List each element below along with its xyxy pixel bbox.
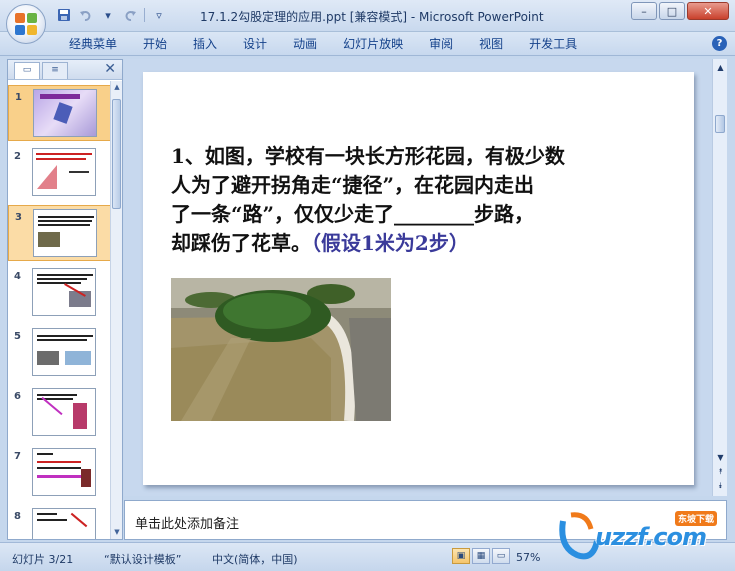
scroll-down-icon[interactable]: ▼ — [713, 451, 728, 465]
slide-text-line: 却踩伤了花草。（假设1米为2步） — [171, 229, 671, 258]
window-title: 17.1.2勾股定理的应用.ppt [兼容模式] - Microsoft Pow… — [200, 10, 544, 24]
office-logo-icon — [15, 13, 37, 35]
tab-classic-menu[interactable]: 经典菜单 — [56, 36, 130, 53]
tab-slides-icon[interactable]: ▭ — [14, 62, 40, 79]
slide-preview — [33, 209, 97, 257]
slide-canvas: 1、如图，学校有一块长方形花园，有极少数 人为了避开拐角走“捷径”，在花园内走出… — [124, 59, 726, 496]
tab-review[interactable]: 审阅 — [416, 36, 466, 53]
site-watermark: 东坡下载 uzzf.com — [557, 507, 735, 571]
theme-name: “默认设计模板” — [104, 553, 182, 566]
current-slide[interactable]: 1、如图，学校有一块长方形花园，有极少数 人为了避开拐角走“捷径”，在花园内走出… — [143, 72, 694, 485]
view-buttons: ▣ ▦ ▭ — [452, 548, 510, 564]
scroll-down-icon[interactable]: ▼ — [111, 526, 123, 538]
tab-design[interactable]: 设计 — [230, 36, 280, 53]
maximize-button[interactable]: □ — [659, 2, 685, 20]
tab-animations[interactable]: 动画 — [280, 36, 330, 53]
minimize-button[interactable]: – — [631, 2, 657, 20]
help-icon[interactable]: ? — [712, 36, 727, 51]
slide-thumbnail-7[interactable]: 7 — [8, 445, 111, 501]
customize-qat-icon[interactable]: ▿ — [151, 7, 167, 23]
close-button[interactable]: ✕ — [687, 2, 729, 20]
slide-thumbnail-6[interactable]: 6 — [8, 385, 111, 441]
slide-preview — [32, 508, 96, 539]
language-indicator[interactable]: 中文(简体，中国) — [212, 551, 298, 567]
ribbon: 经典菜单 开始 插入 设计 动画 幻灯片放映 审阅 视图 开发工具 ? — [0, 32, 735, 56]
thumbnail-scrollbar[interactable]: ▲ ▼ — [110, 81, 122, 539]
normal-view-icon[interactable]: ▣ — [452, 548, 470, 564]
slide-number: 8 — [14, 511, 21, 522]
office-button[interactable] — [6, 4, 46, 44]
ribbon-tabs: 经典菜单 开始 插入 设计 动画 幻灯片放映 审阅 视图 开发工具 — [56, 36, 590, 53]
thumbnail-list: 1 2 3 4 5 6 7 8 — [8, 81, 111, 539]
slide-body-text[interactable]: 1、如图，学校有一块长方形花园，有极少数 人为了避开拐角走“捷径”，在花园内走出… — [171, 142, 671, 258]
slide-preview — [32, 388, 96, 436]
slide-text-main: 却踩伤了花草。 — [171, 231, 311, 255]
qat-separator — [144, 8, 145, 22]
save-icon[interactable] — [56, 7, 72, 23]
slide-number: 1 — [15, 92, 22, 103]
slide-number: 2 — [14, 151, 21, 162]
slide-thumbnail-4[interactable]: 4 — [8, 265, 111, 321]
tab-view[interactable]: 视图 — [466, 36, 516, 53]
slide-thumbnail-8[interactable]: 8 — [8, 505, 111, 539]
slide-sorter-icon[interactable]: ▦ — [472, 548, 490, 564]
scroll-thumb[interactable] — [715, 115, 725, 133]
slide-number: 4 — [14, 271, 21, 282]
title-bar: ▾ ▿ 17.1.2勾股定理的应用.ppt [兼容模式] - Microsoft… — [0, 0, 735, 32]
pane-tabs: ▭ ≡ ✕ — [8, 60, 122, 80]
tab-home[interactable]: 开始 — [130, 36, 180, 53]
slide-preview — [33, 89, 97, 137]
slide-preview — [32, 148, 96, 196]
slide-text-line: 1、如图，学校有一块长方形花园，有极少数 — [171, 144, 565, 168]
undo-dropdown-icon[interactable]: ▾ — [100, 7, 116, 23]
tab-developer[interactable]: 开发工具 — [516, 36, 590, 53]
slide-number: 6 — [14, 391, 21, 402]
slide-number: 7 — [14, 451, 21, 462]
tab-outline-icon[interactable]: ≡ — [42, 62, 68, 79]
slide-thumbnail-5[interactable]: 5 — [8, 325, 111, 381]
slide-show-icon[interactable]: ▭ — [492, 548, 510, 564]
slide-preview — [32, 448, 96, 496]
slide-thumbnail-1[interactable]: 1 — [8, 85, 111, 141]
slide-thumbnail-3[interactable]: 3 — [8, 205, 111, 261]
close-pane-icon[interactable]: ✕ — [104, 61, 116, 77]
undo-icon[interactable] — [78, 7, 94, 23]
slide-counter: 幻灯片 3/21 — [12, 553, 74, 566]
slide-number: 5 — [14, 331, 21, 342]
slides-pane: ▭ ≡ ✕ 1 2 3 4 5 6 7 8 ▲ ▼ — [7, 59, 123, 540]
slide-text-line: 了一条“路”，仅仅少走了________步路， — [171, 202, 535, 226]
scroll-up-icon[interactable]: ▲ — [713, 61, 728, 75]
slide-text-line: 人为了避开拐角走“捷径”，在花园内走出 — [171, 173, 535, 197]
slide-number: 3 — [15, 212, 22, 223]
scroll-thumb[interactable] — [112, 99, 121, 209]
tab-slide-show[interactable]: 幻灯片放映 — [330, 36, 416, 53]
window-controls: – □ ✕ — [631, 2, 729, 20]
slide-thumbnail-2[interactable]: 2 — [8, 145, 111, 201]
quick-access-toolbar: ▾ ▿ — [56, 7, 167, 23]
scroll-up-icon[interactable]: ▲ — [111, 81, 123, 93]
watermark-logo-icon — [559, 512, 599, 560]
previous-slide-icon[interactable]: ⯭ — [713, 465, 728, 479]
garden-photo[interactable] — [171, 278, 391, 421]
next-slide-icon[interactable]: ⯯ — [713, 479, 728, 493]
watermark-text: uzzf.com — [595, 523, 707, 551]
slide-preview — [32, 268, 96, 316]
redo-icon[interactable] — [122, 7, 138, 23]
zoom-level[interactable]: 57% — [516, 551, 540, 564]
slide-scrollbar[interactable]: ▲ ▼ ⯭ ⯯ — [712, 59, 727, 496]
tab-insert[interactable]: 插入 — [180, 36, 230, 53]
slide-preview — [32, 328, 96, 376]
notes-placeholder[interactable]: 单击此处添加备注 — [135, 513, 239, 532]
slide-hint-text: （假设1米为2步） — [311, 231, 469, 255]
